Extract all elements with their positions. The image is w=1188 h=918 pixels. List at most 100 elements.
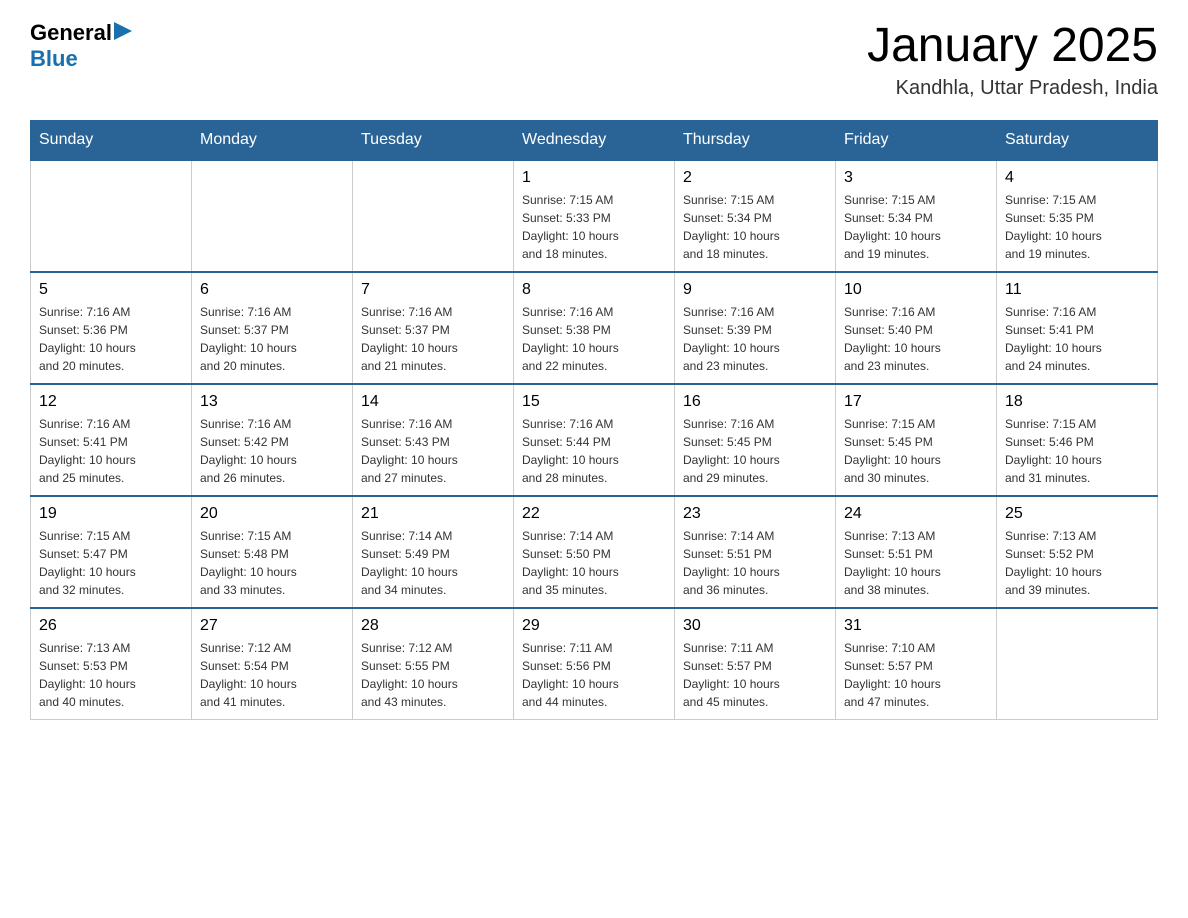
calendar-header-row: SundayMondayTuesdayWednesdayThursdayFrid… [31, 120, 1158, 160]
calendar-week-row: 26Sunrise: 7:13 AM Sunset: 5:53 PM Dayli… [31, 608, 1158, 720]
day-info: Sunrise: 7:16 AM Sunset: 5:37 PM Dayligh… [361, 303, 505, 375]
weekday-header: Wednesday [514, 120, 675, 160]
weekday-header: Thursday [675, 120, 836, 160]
calendar-cell [31, 160, 192, 272]
calendar-cell: 2Sunrise: 7:15 AM Sunset: 5:34 PM Daylig… [675, 160, 836, 272]
day-number: 17 [844, 393, 988, 411]
day-info: Sunrise: 7:15 AM Sunset: 5:45 PM Dayligh… [844, 415, 988, 487]
calendar-cell: 4 Sunrise: 7:15 AM Sunset: 5:35 PM Daylig… [997, 160, 1158, 272]
day-info: Sunrise: 7:11 AM Sunset: 5:56 PM Dayligh… [522, 639, 666, 711]
day-info: Sunrise: 7:16 AM Sunset: 5:44 PM Dayligh… [522, 415, 666, 487]
day-info: Sunrise: 7:15 AM Sunset: 5:33 PM Dayligh… [522, 191, 666, 263]
day-info: Sunrise: 7:16 AM Sunset: 5:39 PM Dayligh… [683, 303, 827, 375]
logo: General Blue [30, 20, 132, 72]
calendar-cell: 27 Sunrise: 7:12 AM Sunset: 5:54 PM Dayli… [192, 608, 353, 720]
calendar-cell: 30 Sunrise: 7:11 AM Sunset: 5:57 PM Dayli… [675, 608, 836, 720]
day-info: Sunrise: 7:15 AM Sunset: 5:46 PM Dayligh… [1005, 415, 1149, 487]
calendar-cell: 16Sunrise: 7:16 AM Sunset: 5:45 PM Dayli… [675, 384, 836, 496]
calendar-cell [192, 160, 353, 272]
day-info: Sunrise: 7:16 AM Sunset: 5:41 PM Dayligh… [1005, 303, 1149, 375]
calendar-cell: 14 Sunrise: 7:16 AM Sunset: 5:43 PM Dayli… [353, 384, 514, 496]
day-number: 22 [522, 505, 666, 523]
day-info: Sunrise: 7:15 AM Sunset: 5:47 PM Dayligh… [39, 527, 183, 599]
day-number: 4 [1005, 169, 1149, 187]
day-info: Sunrise: 7:16 AM Sunset: 5:37 PM Dayligh… [200, 303, 344, 375]
day-number: 24 [844, 505, 988, 523]
day-info: Sunrise: 7:15 AM Sunset: 5:35 PM Dayligh… [1005, 191, 1149, 263]
day-info: Sunrise: 7:15 AM Sunset: 5:34 PM Dayligh… [844, 191, 988, 263]
day-number: 5 [39, 281, 183, 299]
calendar-subtitle: Kandhla, Uttar Pradesh, India [867, 77, 1158, 100]
calendar-table: SundayMondayTuesdayWednesdayThursdayFrid… [30, 120, 1158, 720]
day-number: 23 [683, 505, 827, 523]
day-info: Sunrise: 7:15 AM Sunset: 5:48 PM Dayligh… [200, 527, 344, 599]
calendar-cell [997, 608, 1158, 720]
day-info: Sunrise: 7:13 AM Sunset: 5:52 PM Dayligh… [1005, 527, 1149, 599]
calendar-cell: 19Sunrise: 7:15 AM Sunset: 5:47 PM Dayli… [31, 496, 192, 608]
logo-arrow-icon [114, 22, 132, 40]
calendar-title: January 2025 [867, 20, 1158, 73]
day-number: 28 [361, 617, 505, 635]
calendar-cell: 3 Sunrise: 7:15 AM Sunset: 5:34 PM Daylig… [836, 160, 997, 272]
calendar-cell: 29Sunrise: 7:11 AM Sunset: 5:56 PM Dayli… [514, 608, 675, 720]
calendar-cell: 24 Sunrise: 7:13 AM Sunset: 5:51 PM Dayli… [836, 496, 997, 608]
weekday-header: Monday [192, 120, 353, 160]
day-info: Sunrise: 7:10 AM Sunset: 5:57 PM Dayligh… [844, 639, 988, 711]
day-info: Sunrise: 7:16 AM Sunset: 5:43 PM Dayligh… [361, 415, 505, 487]
day-number: 9 [683, 281, 827, 299]
day-number: 31 [844, 617, 988, 635]
day-info: Sunrise: 7:16 AM Sunset: 5:41 PM Dayligh… [39, 415, 183, 487]
day-info: Sunrise: 7:11 AM Sunset: 5:57 PM Dayligh… [683, 639, 827, 711]
day-info: Sunrise: 7:12 AM Sunset: 5:54 PM Dayligh… [200, 639, 344, 711]
day-number: 20 [200, 505, 344, 523]
day-info: Sunrise: 7:12 AM Sunset: 5:55 PM Dayligh… [361, 639, 505, 711]
day-info: Sunrise: 7:14 AM Sunset: 5:50 PM Dayligh… [522, 527, 666, 599]
day-number: 27 [200, 617, 344, 635]
weekday-header: Tuesday [353, 120, 514, 160]
calendar-cell: 10 Sunrise: 7:16 AM Sunset: 5:40 PM Dayli… [836, 272, 997, 384]
calendar-cell: 5Sunrise: 7:16 AM Sunset: 5:36 PM Daylig… [31, 272, 192, 384]
day-info: Sunrise: 7:16 AM Sunset: 5:42 PM Dayligh… [200, 415, 344, 487]
calendar-cell: 22 Sunrise: 7:14 AM Sunset: 5:50 PM Dayli… [514, 496, 675, 608]
calendar-cell: 23Sunrise: 7:14 AM Sunset: 5:51 PM Dayli… [675, 496, 836, 608]
day-number: 30 [683, 617, 827, 635]
day-number: 3 [844, 169, 988, 187]
calendar-cell: 13Sunrise: 7:16 AM Sunset: 5:42 PM Dayli… [192, 384, 353, 496]
day-number: 18 [1005, 393, 1149, 411]
day-number: 6 [200, 281, 344, 299]
calendar-cell: 8 Sunrise: 7:16 AM Sunset: 5:38 PM Daylig… [514, 272, 675, 384]
day-number: 14 [361, 393, 505, 411]
calendar-cell: 31 Sunrise: 7:10 AM Sunset: 5:57 PM Dayli… [836, 608, 997, 720]
calendar-cell: 11Sunrise: 7:16 AM Sunset: 5:41 PM Dayli… [997, 272, 1158, 384]
day-number: 2 [683, 169, 827, 187]
day-number: 15 [522, 393, 666, 411]
day-info: Sunrise: 7:16 AM Sunset: 5:40 PM Dayligh… [844, 303, 988, 375]
calendar-cell: 21 Sunrise: 7:14 AM Sunset: 5:49 PM Dayli… [353, 496, 514, 608]
title-container: January 2025 Kandhla, Uttar Pradesh, Ind… [867, 20, 1158, 100]
calendar-cell: 12Sunrise: 7:16 AM Sunset: 5:41 PM Dayli… [31, 384, 192, 496]
day-info: Sunrise: 7:13 AM Sunset: 5:51 PM Dayligh… [844, 527, 988, 599]
weekday-header: Saturday [997, 120, 1158, 160]
day-number: 1 [522, 169, 666, 187]
day-info: Sunrise: 7:13 AM Sunset: 5:53 PM Dayligh… [39, 639, 183, 711]
day-number: 8 [522, 281, 666, 299]
calendar-cell: 26Sunrise: 7:13 AM Sunset: 5:53 PM Dayli… [31, 608, 192, 720]
day-info: Sunrise: 7:14 AM Sunset: 5:49 PM Dayligh… [361, 527, 505, 599]
day-info: Sunrise: 7:16 AM Sunset: 5:45 PM Dayligh… [683, 415, 827, 487]
calendar-week-row: 19Sunrise: 7:15 AM Sunset: 5:47 PM Dayli… [31, 496, 1158, 608]
calendar-cell [353, 160, 514, 272]
calendar-cell: 7 Sunrise: 7:16 AM Sunset: 5:37 PM Daylig… [353, 272, 514, 384]
weekday-header: Sunday [31, 120, 192, 160]
day-number: 10 [844, 281, 988, 299]
calendar-cell: 17 Sunrise: 7:15 AM Sunset: 5:45 PM Dayli… [836, 384, 997, 496]
day-number: 7 [361, 281, 505, 299]
logo-general-text: General [30, 20, 112, 46]
calendar-cell: 18 Sunrise: 7:15 AM Sunset: 5:46 PM Dayli… [997, 384, 1158, 496]
calendar-week-row: 12Sunrise: 7:16 AM Sunset: 5:41 PM Dayli… [31, 384, 1158, 496]
weekday-header: Friday [836, 120, 997, 160]
calendar-cell: 25Sunrise: 7:13 AM Sunset: 5:52 PM Dayli… [997, 496, 1158, 608]
day-info: Sunrise: 7:16 AM Sunset: 5:38 PM Dayligh… [522, 303, 666, 375]
calendar-week-row: 1 Sunrise: 7:15 AM Sunset: 5:33 PM Daylig… [31, 160, 1158, 272]
calendar-cell: 15 Sunrise: 7:16 AM Sunset: 5:44 PM Dayli… [514, 384, 675, 496]
day-number: 21 [361, 505, 505, 523]
